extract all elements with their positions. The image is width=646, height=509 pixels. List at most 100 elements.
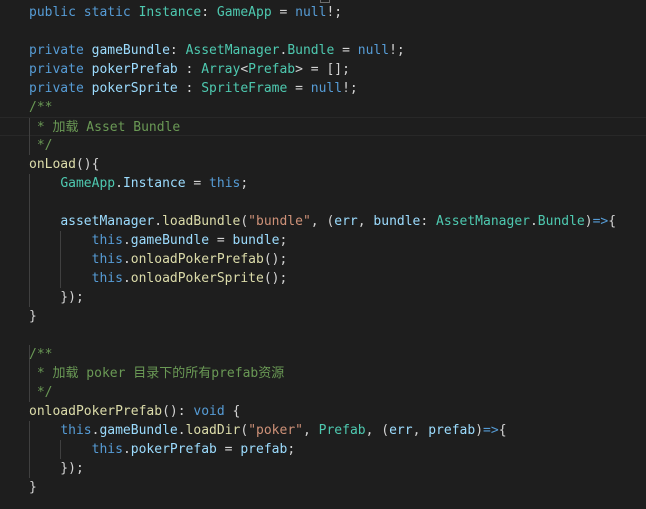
code-token: "poker" [248,423,303,438]
code-token: Array [201,62,241,77]
code-text: * 加载 poker 目录下的所有prefab资源 [29,364,284,383]
code-text: assetManager.loadBundle("bundle", (err, … [29,212,616,231]
code-token: { [498,423,507,438]
code-line[interactable]: onLoad(){ [0,155,646,174]
code-line[interactable]: * 加载 poker 目录下的所有prefab资源 [0,364,646,383]
code-text: * 加载 Asset Bundle [29,118,180,137]
code-token: this [91,442,123,457]
code-token: (){ [75,157,100,172]
code-token: . [177,423,186,438]
code-token: */ [29,138,53,153]
code-line[interactable]: private gameBundle: AssetManager.Bundle … [0,41,646,60]
code-token: loadBundle [162,214,241,229]
code-line[interactable]: * 加载 Asset Bundle [0,117,646,137]
code-line[interactable]: this.gameBundle = bundle; [0,231,646,250]
code-token: ( [240,214,249,229]
code-token: : [177,81,202,96]
indent-guide [29,193,30,212]
code-token: Prefab [318,423,366,438]
code-token: onloadPokerSprite [130,271,264,286]
code-token: loadDir [185,423,241,438]
code-token: GameApp [216,5,272,20]
code-line[interactable]: private pokerPrefab : Array<Prefab> = []… [0,60,646,79]
code-line[interactable]: this.pokerPrefab = prefab; [0,440,646,459]
code-text: }); [29,288,84,307]
code-line[interactable]: }); [0,288,646,307]
code-token: pokerSprite [91,81,178,96]
code-token: } [29,309,37,324]
code-token: ; [287,442,296,457]
code-line[interactable]: }); [0,459,646,478]
code-token: prefab [240,442,288,457]
code-token: Instance [138,5,202,20]
code-token: . [115,176,123,191]
code-line[interactable]: } [0,307,646,326]
code-line[interactable]: private pokerSprite : SpriteFrame = null… [0,79,646,98]
code-token: bundle [232,233,280,248]
code-token: < [240,62,249,77]
code-token: Bundle [287,43,335,58]
code-token: AssetManager [436,214,530,229]
code-token: !; [389,43,405,58]
code-token: : [201,5,217,20]
code-line[interactable]: */ [0,136,646,155]
code-line[interactable]: this.onloadPokerSprite(); [0,269,646,288]
code-line[interactable]: GameApp.Instance = this; [0,174,646,193]
code-line[interactable]: this.gameBundle.loadDir("poker", Prefab,… [0,421,646,440]
code-text: } [29,478,37,497]
code-token: this [91,233,123,248]
code-line[interactable]: public static Instance: GameApp = null!; [0,3,646,22]
code-token: = [185,176,210,191]
code-token: . [529,214,538,229]
code-token: : [169,43,186,58]
code-token: (): [162,404,194,419]
code-line[interactable]: } [0,478,646,497]
code-token: bundle [373,214,421,229]
code-text: this.onloadPokerSprite(); [29,269,288,288]
code-token: Prefab [248,62,296,77]
code-text: this.gameBundle.loadDir("poker", Prefab,… [29,421,507,440]
code-token: private [29,62,84,77]
code-token: this [60,423,92,438]
code-token: /** [29,100,53,115]
code-token: */ [29,385,53,400]
code-token: { [608,214,617,229]
code-text: }); [29,459,84,478]
code-token: err [334,214,358,229]
code-line[interactable]: this.onloadPokerPrefab(); [0,250,646,269]
code-line[interactable]: assetManager.loadBundle("bundle", (err, … [0,212,646,231]
code-token: /** [29,347,53,362]
code-line[interactable] [0,193,646,212]
code-line[interactable]: */ [0,383,646,402]
code-line[interactable]: /** [0,345,646,364]
code-token: > = []; [295,62,350,77]
code-token: , ( [310,214,335,229]
code-token: onloadPokerPrefab [29,404,163,419]
code-token: assetManager [60,214,155,229]
code-text: onLoad(){ [29,155,99,174]
code-token: null [310,81,343,96]
code-token: ) [475,423,484,438]
code-line[interactable] [0,326,646,345]
code-line[interactable] [0,22,646,41]
code-token: ( [240,423,249,438]
code-token: = [209,233,233,248]
code-token: gameBundle [130,233,210,248]
code-token: null [295,5,327,20]
code-token: ) [584,214,593,229]
code-line[interactable]: onloadPokerPrefab(): void { [0,402,646,421]
code-editor[interactable]: public static Instance: GameApp = null!;… [0,0,646,509]
code-token: gameBundle [91,43,170,58]
code-token: (); [263,252,288,267]
code-line[interactable]: /** [0,98,646,117]
